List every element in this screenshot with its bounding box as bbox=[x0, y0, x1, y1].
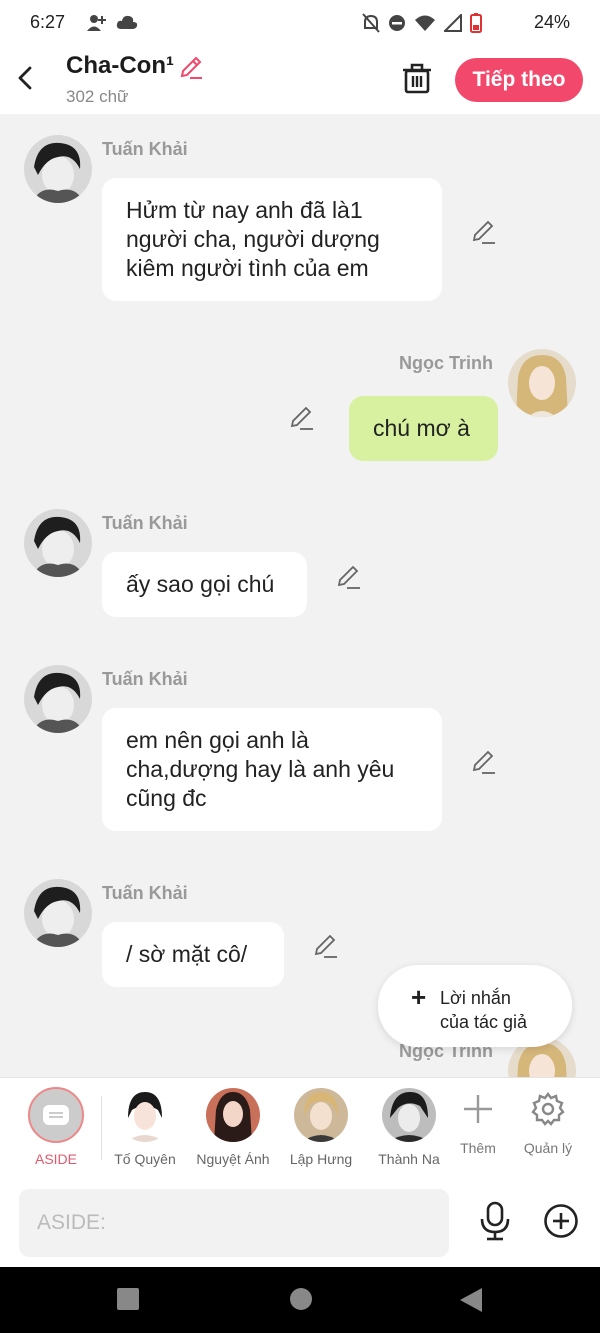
character-avatar bbox=[382, 1088, 436, 1142]
aside-icon bbox=[28, 1087, 84, 1143]
input-bar bbox=[0, 1179, 600, 1267]
author-note-button[interactable]: + Lời nhắn của tác giả bbox=[378, 965, 572, 1047]
character-avatar bbox=[118, 1088, 172, 1142]
character-item[interactable]: Tố Quyên bbox=[101, 1078, 191, 1178]
character-item[interactable]: Lập Hưng bbox=[277, 1078, 367, 1178]
plus-icon bbox=[464, 1095, 492, 1123]
character-name: Lập Hưng bbox=[289, 1151, 353, 1167]
recent-apps-icon[interactable] bbox=[116, 1287, 140, 1311]
character-avatar bbox=[294, 1088, 348, 1142]
gear-icon bbox=[531, 1092, 565, 1126]
manage-label: Quản lý bbox=[523, 1140, 573, 1156]
message-item: Ngọc Trinh bbox=[0, 0, 600, 1077]
add-character-button[interactable]: Thêm bbox=[443, 1078, 513, 1178]
home-icon[interactable] bbox=[289, 1287, 313, 1311]
microphone-icon[interactable] bbox=[478, 1201, 512, 1241]
system-nav-bar bbox=[0, 1267, 600, 1333]
character-name: Tố Quyên bbox=[114, 1151, 176, 1167]
character-aside[interactable]: ASIDE bbox=[0, 1078, 90, 1178]
aside-label: ASIDE bbox=[34, 1151, 77, 1167]
character-item[interactable]: Nguyệt Ánh bbox=[189, 1078, 279, 1178]
character-name: Nguyệt Ánh bbox=[196, 1151, 270, 1167]
manage-button[interactable]: Quản lý bbox=[513, 1078, 583, 1178]
character-selector: ASIDE Tố Quyên Nguyệt Ánh Lập Hưng Thành… bbox=[0, 1077, 600, 1179]
character-name: Thành Na bbox=[378, 1151, 440, 1167]
plus-icon: + bbox=[411, 982, 427, 1012]
character-item[interactable]: Thành Na bbox=[365, 1078, 455, 1178]
add-label: Thêm bbox=[460, 1140, 496, 1156]
author-note-label-1: Lời nhắn bbox=[440, 988, 511, 1008]
message-input[interactable] bbox=[19, 1189, 449, 1257]
back-icon[interactable] bbox=[458, 1287, 484, 1313]
add-circle-icon[interactable] bbox=[543, 1203, 579, 1239]
author-note-label-2: của tác giả bbox=[440, 1012, 528, 1032]
character-avatar bbox=[206, 1088, 260, 1142]
